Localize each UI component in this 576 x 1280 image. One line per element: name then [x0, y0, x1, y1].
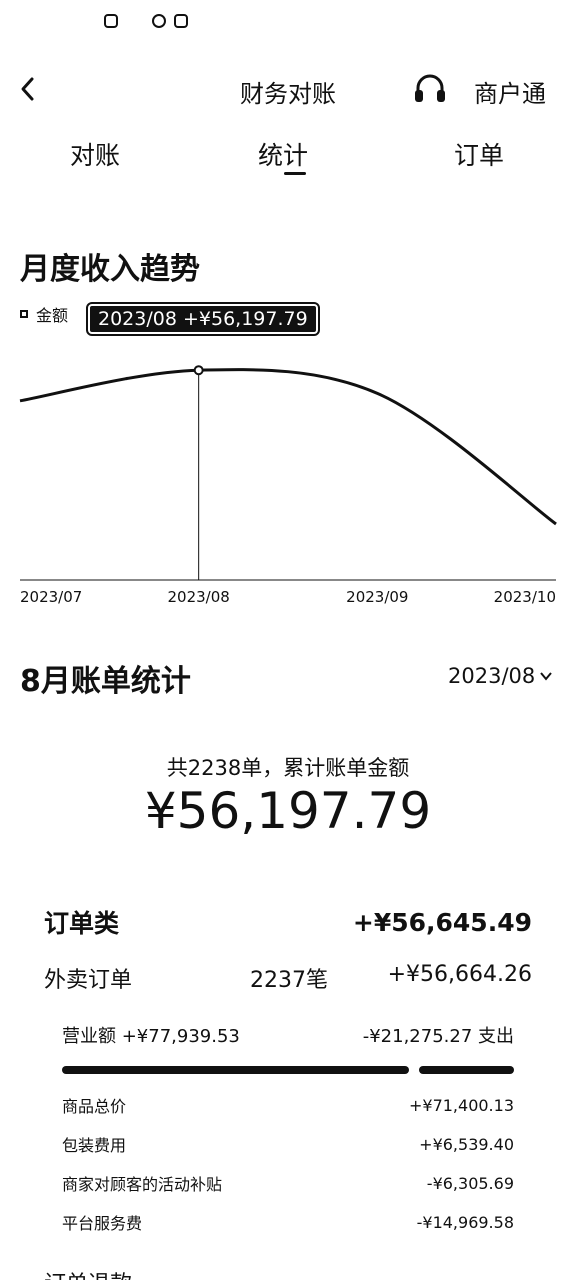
delivery-order-label: 外卖订单 [44, 968, 133, 993]
active-tab-indicator [284, 172, 306, 175]
status-icon [174, 14, 188, 28]
x-tick-label: 2023/08 [168, 588, 230, 606]
delivery-order-amount: +¥56,664.26 [387, 962, 532, 987]
detail-amount: +¥71,400.13 [408, 1095, 514, 1115]
order-category-row[interactable]: 订单类 +¥56,645.49 [44, 904, 532, 940]
tab-orders[interactable]: 订单 [454, 136, 504, 172]
revenue-bar [62, 1066, 409, 1074]
detail-row: 商家对顾客的活动补贴 -¥6,305.69 [62, 1171, 514, 1195]
detail-amount: +¥6,539.40 [419, 1134, 514, 1154]
refund-row-label[interactable]: 订单退款 [44, 1266, 132, 1280]
expense-total: -¥21,275.27 支出 [362, 1026, 514, 1047]
delivery-order-count: 2237笔 [250, 968, 328, 993]
order-category-label: 订单类 [44, 909, 120, 938]
revenue-expense-bar [62, 1066, 514, 1076]
series-line [19, 368, 557, 526]
tab-reconcile[interactable]: 对账 [70, 136, 120, 172]
chevron-down-icon [540, 672, 553, 681]
detail-amount: -¥6,305.69 [426, 1173, 514, 1193]
delivery-order-row[interactable]: 外卖订单 2237笔 +¥56,664.26 [44, 962, 532, 996]
detail-label: 商家对顾客的活动补贴 [62, 1175, 223, 1194]
month-selector-value: 2023/08 [448, 664, 536, 688]
support-button[interactable] [410, 74, 450, 108]
tab-statistics[interactable]: 统计 [258, 136, 308, 172]
status-bar [0, 0, 576, 48]
status-icon [152, 14, 166, 28]
bill-summary-text: 共2238单，累计账单金额 [166, 756, 410, 780]
detail-row: 包装费用 +¥6,539.40 [62, 1132, 514, 1156]
chart-tooltip: 2023/08 +¥56,197.79 [86, 302, 320, 336]
notification-icon [104, 14, 118, 28]
headset-icon [415, 74, 445, 102]
order-category-amount: +¥56,645.49 [352, 907, 532, 937]
detail-label: 包装费用 [62, 1136, 127, 1155]
x-tick-label: 2023/09 [346, 588, 408, 606]
trend-title: 月度收入趋势 [20, 252, 200, 287]
revenue-expense-row: 营业额 +¥77,939.53 -¥21,275.27 支出 [62, 1022, 514, 1048]
x-tick-label: 2023/07 [20, 588, 82, 606]
detail-row: 商品总价 +¥71,400.13 [62, 1093, 514, 1117]
bill-title: 8月账单统计 [20, 664, 191, 699]
revenue-total: 营业额 +¥77,939.53 [62, 1026, 240, 1047]
trend-chart[interactable]: 2023/07 2023/08 2023/09 2023/10 [0, 290, 576, 620]
bill-total-amount: ¥56,197.79 [144, 782, 432, 840]
detail-label: 商品总价 [62, 1097, 127, 1116]
detail-amount: -¥14,969.58 [416, 1212, 514, 1232]
detail-row: 平台服务费 -¥14,969.58 [62, 1210, 514, 1234]
detail-label: 平台服务费 [62, 1214, 143, 1233]
expense-bar [419, 1066, 514, 1074]
x-tick-label: 2023/10 [494, 588, 556, 606]
data-point [193, 365, 204, 376]
merchant-link[interactable]: 商户通 [474, 74, 546, 109]
month-selector[interactable]: 2023/08 [448, 664, 553, 688]
